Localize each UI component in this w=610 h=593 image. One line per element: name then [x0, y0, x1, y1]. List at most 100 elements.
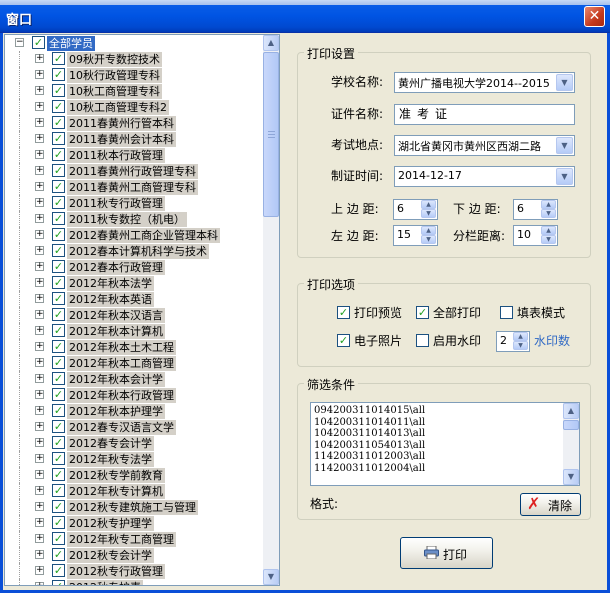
tree-item-label[interactable]: 2011春黄州会计本科	[67, 132, 176, 147]
tree-item-label[interactable]: 10秋工商管理专科2	[67, 100, 169, 115]
tree-item-label[interactable]: 2012年秋本土木工程	[67, 340, 176, 355]
tree-item-checkbox[interactable]: ✓	[52, 324, 65, 337]
tree-item-checkbox[interactable]: ✓	[52, 372, 65, 385]
tree-row[interactable]: + ✓ 2012年秋本计算机	[5, 323, 263, 339]
tree-item-checkbox[interactable]: ✓	[52, 404, 65, 417]
tree-item-checkbox[interactable]: ✓	[52, 260, 65, 273]
expand-icon[interactable]: +	[35, 566, 44, 575]
tree-row[interactable]: + ✓ 2012秋专学前教育	[5, 467, 263, 483]
left-margin-stepper[interactable]: 15 ▲ ▼	[393, 225, 438, 246]
tree-item-label[interactable]: 2011秋本行政管理	[67, 148, 165, 163]
tree-row[interactable]: + ✓ 2011秋本行政管理	[5, 147, 263, 163]
tree-row[interactable]: + ✓ 2012春黄州工商企业管理本科	[5, 227, 263, 243]
top-margin-stepper[interactable]: 6 ▲ ▼	[393, 199, 438, 220]
tree-item-checkbox[interactable]: ✓	[52, 84, 65, 97]
tree-item-checkbox[interactable]: ✓	[52, 276, 65, 289]
tree-row[interactable]: + ✓ 2012年秋本会计学	[5, 371, 263, 387]
issue-date-picker[interactable]: 2014-12-17 ▼	[394, 166, 575, 187]
expand-icon[interactable]: +	[35, 326, 44, 335]
tree-root-label[interactable]: 全部学员	[47, 36, 95, 51]
expand-icon[interactable]: +	[35, 198, 44, 207]
spin-down-icon[interactable]: ▼	[421, 235, 436, 244]
tree-item-label[interactable]: 2012春专汉语言文学	[67, 420, 176, 435]
spin-down-icon[interactable]: ▼	[541, 235, 556, 244]
spin-up-icon[interactable]: ▲	[421, 226, 436, 235]
tree-item-label[interactable]: 10秋工商管理专科	[67, 84, 162, 99]
tree-row[interactable]: + ✓ 09秋开专数控技术	[5, 51, 263, 67]
expand-icon[interactable]: +	[35, 406, 44, 415]
tree-row[interactable]: + ✓ 2012春专汉语言文学	[5, 419, 263, 435]
expand-icon[interactable]: +	[35, 438, 44, 447]
tree-item-checkbox[interactable]: ✓	[52, 68, 65, 81]
watermark-count-stepper[interactable]: 2 ▲ ▼	[496, 331, 530, 352]
tree-row[interactable]: + ✓ 10秋行政管理专科	[5, 67, 263, 83]
tree-row[interactable]: + ✓ 2012秋专建筑施工与管理	[5, 499, 263, 515]
tree-item-checkbox[interactable]: ✓	[52, 356, 65, 369]
expand-icon[interactable]: +	[35, 470, 44, 479]
tree-root-row[interactable]: − ✓ 全部学员	[5, 35, 263, 51]
scroll-thumb[interactable]	[263, 52, 279, 217]
spin-down-icon[interactable]: ▼	[513, 341, 528, 350]
tree-item-checkbox[interactable]: ✓	[52, 388, 65, 401]
expand-icon[interactable]: +	[35, 278, 44, 287]
expand-icon[interactable]: +	[35, 182, 44, 191]
tree-row[interactable]: + ✓ 2011秋专数控（机电）	[5, 211, 263, 227]
tree-item-label[interactable]: 2012秋专护表	[67, 580, 143, 585]
expand-icon[interactable]: +	[35, 358, 44, 367]
tree-item-checkbox[interactable]: ✓	[52, 52, 65, 65]
tree-item-label[interactable]: 2012年秋专工商管理	[67, 532, 176, 547]
tree-row[interactable]: + ✓ 2012年秋本法学	[5, 275, 263, 291]
tree-row[interactable]: + ✓ 2011春黄州会计本科	[5, 131, 263, 147]
scroll-up-button[interactable]: ▲	[563, 403, 579, 419]
tree-item-label[interactable]: 2012年秋本工商管理	[67, 356, 176, 371]
tree-row[interactable]: + ✓ 2012春本计算机科学与技术	[5, 243, 263, 259]
tree-item-label[interactable]: 2012秋专建筑施工与管理	[67, 500, 198, 515]
tree-item-label[interactable]: 2011春黄州行管本科	[67, 116, 176, 131]
tree-row[interactable]: + ✓ 2012秋专护理学	[5, 515, 263, 531]
expand-icon[interactable]: +	[35, 166, 44, 175]
tree-row[interactable]: + ✓ 2012年秋专工商管理	[5, 531, 263, 547]
tree-row[interactable]: + ✓ 2012年秋本工商管理	[5, 355, 263, 371]
tree-row[interactable]: + ✓ 2012年秋专计算机	[5, 483, 263, 499]
expand-icon[interactable]: +	[35, 86, 44, 95]
tree-item-label[interactable]: 09秋开专数控技术	[67, 52, 162, 67]
spin-up-icon[interactable]: ▲	[541, 200, 556, 209]
tree-item-checkbox[interactable]: ✓	[52, 244, 65, 257]
tree-item-label[interactable]: 2012年秋本计算机	[67, 324, 165, 339]
tree-item-checkbox[interactable]: ✓	[52, 100, 65, 113]
tree-item-label[interactable]: 2011春黄州行政管理专科	[67, 164, 198, 179]
expand-icon[interactable]: +	[35, 118, 44, 127]
spin-up-icon[interactable]: ▲	[541, 226, 556, 235]
print-button[interactable]: 打印	[400, 537, 493, 569]
tree-item-label[interactable]: 2012春本计算机科学与技术	[67, 244, 209, 259]
expand-icon[interactable]: +	[35, 502, 44, 511]
tree-item-checkbox[interactable]: ✓	[52, 228, 65, 241]
tree-row[interactable]: + ✓ 2012年秋本土木工程	[5, 339, 263, 355]
spin-up-icon[interactable]: ▲	[513, 332, 528, 341]
expand-icon[interactable]: +	[35, 230, 44, 239]
tree-item-label[interactable]: 2012年秋本护理学	[67, 404, 165, 419]
filter-textarea[interactable]: 094200311014015\all 104200311014011\all 10…	[310, 402, 580, 486]
column-gap-stepper[interactable]: 10 ▲ ▼	[513, 225, 558, 246]
tree-item-label[interactable]: 2012秋专学前教育	[67, 468, 165, 483]
expand-icon[interactable]: +	[35, 422, 44, 431]
tree-item-label[interactable]: 10秋行政管理专科	[67, 68, 162, 83]
expand-icon[interactable]: +	[35, 454, 44, 463]
expand-icon[interactable]: +	[35, 342, 44, 351]
tree-item-checkbox[interactable]: ✓	[52, 484, 65, 497]
tree-item-checkbox[interactable]: ✓	[52, 468, 65, 481]
tree-item-checkbox[interactable]: ✓	[52, 420, 65, 433]
expand-icon[interactable]: +	[35, 310, 44, 319]
tree-item-label[interactable]: 2012年秋专法学	[67, 452, 154, 467]
expand-icon[interactable]: +	[35, 246, 44, 255]
tree-scrollbar[interactable]: ▲ ▼	[263, 35, 279, 585]
expand-icon[interactable]: +	[35, 134, 44, 143]
tree-item-checkbox[interactable]: ✓	[52, 340, 65, 353]
clear-button[interactable]: ✗ 清除	[520, 493, 581, 516]
tree-row[interactable]: + ✓ 2012年秋本英语	[5, 291, 263, 307]
expand-icon[interactable]: +	[35, 582, 44, 585]
tree-item-label[interactable]: 2011春黄州工商管理专科	[67, 180, 198, 195]
exam-location-combo[interactable]: 湖北省黄冈市黄州区西湖二路 ▼	[394, 135, 575, 156]
expand-icon[interactable]: +	[35, 54, 44, 63]
tree-item-checkbox[interactable]: ✓	[52, 148, 65, 161]
